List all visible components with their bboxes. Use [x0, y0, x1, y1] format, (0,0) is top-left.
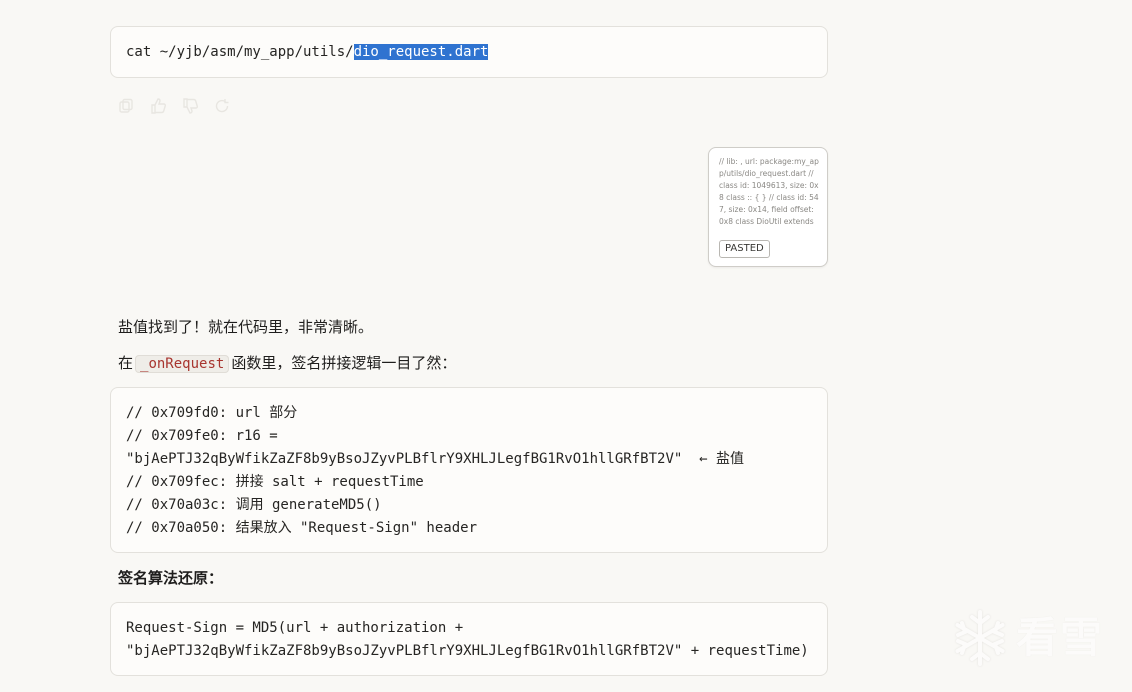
inline-code-function: _onRequest [135, 355, 230, 373]
response-paragraph-1: 盐值找到了！就在代码里，非常清晰。 [118, 318, 374, 336]
code-line: // 0x70a03c: 调用 generateMD5() [126, 497, 382, 513]
section-heading: 签名算法还原： [118, 569, 224, 587]
pasted-attachment-card[interactable]: // lib: , url: package:my_app/utils/dio_… [708, 147, 828, 267]
selected-text[interactable]: dio_request.dart [353, 44, 489, 60]
command-prefix: cat ~/yjb/asm/my_app/utils/ [126, 44, 354, 60]
snowflake-icon [955, 610, 1005, 666]
response-paragraph-2: 在 _onRequest 函数里，签名拼接逻辑一目了然： [118, 352, 456, 375]
code-line: "bjAePTJ32qByWfikZaZF8b9yBsoJZyvPLBflrY9… [126, 451, 745, 467]
pasted-badge: PASTED [719, 240, 770, 258]
message-actions [117, 97, 231, 115]
formula-code-block: Request-Sign = MD5(url + authorization +… [110, 602, 828, 676]
watermark-text: 看雪 [1016, 613, 1105, 662]
retry-icon[interactable] [213, 97, 231, 115]
code-line: // 0x70a050: 结果放入 "Request-Sign" header [126, 520, 478, 536]
code-line: "bjAePTJ32qByWfikZaZF8b9yBsoJZyvPLBflrY9… [126, 643, 809, 659]
code-line: // 0x709fd0: url 部分 [126, 405, 298, 421]
thumbs-down-icon[interactable] [181, 97, 199, 115]
p2-after: 函数里，签名拼接逻辑一目了然： [231, 354, 457, 372]
disassembly-code-block: // 0x709fd0: url 部分 // 0x709fe0: r16 = "… [110, 387, 828, 553]
command-code-block: cat ~/yjb/asm/my_app/utils/dio_request.d… [110, 26, 828, 78]
pasted-preview-text: // lib: , url: package:my_app/utils/dio_… [719, 157, 819, 230]
command-line[interactable]: cat ~/yjb/asm/my_app/utils/dio_request.d… [126, 41, 489, 64]
code-line: Request-Sign = MD5(url + authorization + [126, 620, 464, 636]
watermark: 看雪 [950, 606, 1114, 670]
copy-icon[interactable] [117, 97, 135, 115]
thumbs-up-icon[interactable] [149, 97, 167, 115]
code-line: // 0x709fe0: r16 = [126, 428, 278, 444]
p2-before: 在 [118, 354, 134, 372]
code-line: // 0x709fec: 拼接 salt + requestTime [126, 474, 424, 490]
